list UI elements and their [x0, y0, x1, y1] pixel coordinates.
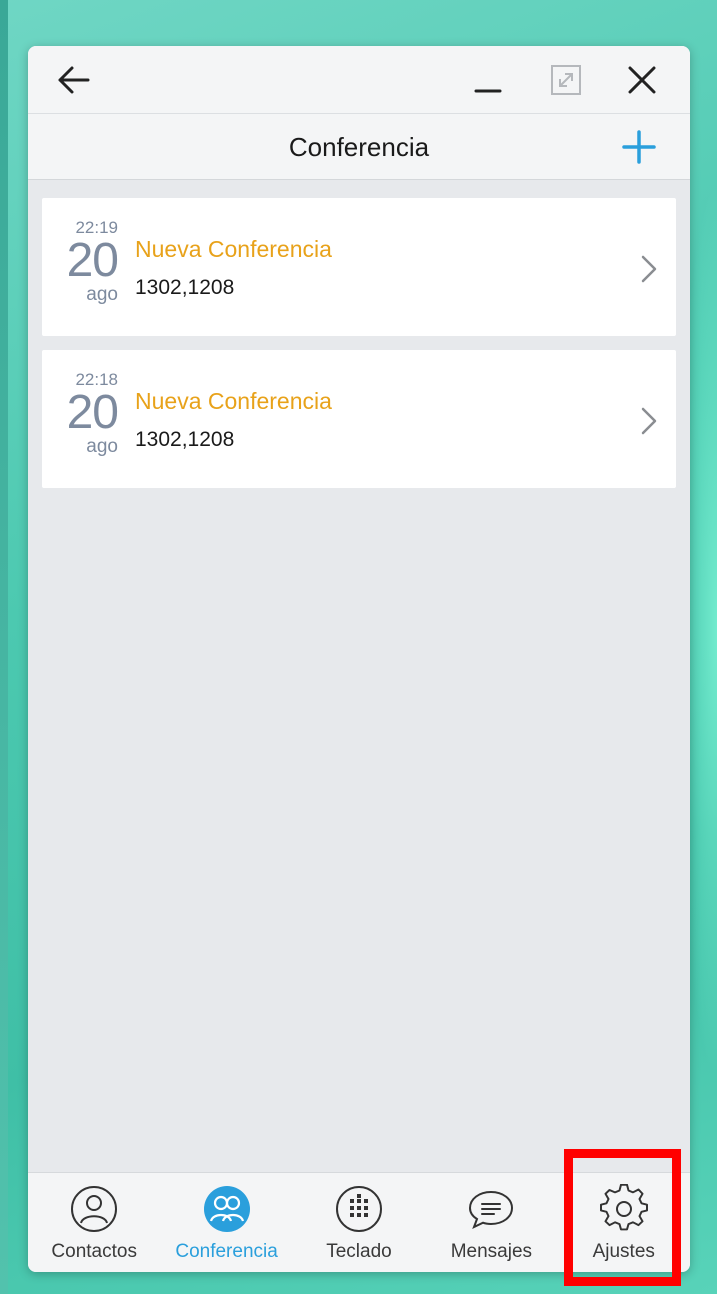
conference-day: 20 — [66, 386, 119, 439]
conference-month: ago — [86, 284, 118, 305]
tab-conferencia[interactable]: Conferencia — [160, 1173, 292, 1272]
maximize-button[interactable] — [536, 46, 596, 114]
tab-label: Conferencia — [175, 1241, 278, 1262]
highlight-annotation-box — [564, 1149, 681, 1286]
plus-icon — [622, 130, 656, 164]
window-titlebar — [28, 46, 690, 114]
tab-label: Contactos — [51, 1241, 137, 1262]
chevron-right-icon — [638, 406, 660, 436]
tab-contactos[interactable]: Contactos — [28, 1173, 160, 1272]
conference-list-item[interactable]: 22:19 20 ago Nueva Conferencia 1302,1208 — [42, 198, 676, 336]
conference-participants: 1302,1208 — [135, 428, 235, 451]
page-title: Conferencia — [288, 132, 430, 162]
close-icon — [628, 66, 656, 94]
conference-list: 22:19 20 ago Nueva Conferencia 1302,1208… — [42, 198, 676, 502]
minimize-button[interactable] — [458, 46, 518, 114]
app-window: Conferencia 22:19 20 ago Nueva Conferenc… — [28, 46, 690, 1272]
close-button[interactable] — [612, 46, 672, 114]
conference-day: 20 — [66, 234, 119, 287]
expand-icon — [551, 65, 581, 95]
page-header: Conferencia — [28, 114, 690, 180]
arrow-left-icon — [58, 66, 90, 94]
messages-icon — [465, 1183, 517, 1235]
conference-month: ago — [86, 436, 118, 457]
tab-label: Mensajes — [450, 1241, 533, 1262]
tab-mensajes[interactable]: Mensajes — [425, 1173, 557, 1272]
minimize-icon — [474, 89, 502, 93]
chevron-right-icon — [638, 254, 660, 284]
conference-title: Nueva Conferencia — [135, 388, 332, 414]
date-block: 22:19 20 ago — [56, 218, 119, 306]
contacts-icon — [68, 1183, 120, 1235]
conference-icon — [201, 1183, 253, 1235]
tab-teclado[interactable]: Teclado — [293, 1173, 425, 1272]
tab-label: Teclado — [326, 1241, 392, 1262]
conference-participants: 1302,1208 — [135, 276, 235, 299]
add-conference-button[interactable] — [616, 124, 662, 170]
wallpaper-edge — [0, 0, 8, 1294]
keypad-icon — [333, 1183, 385, 1235]
back-button[interactable] — [44, 46, 104, 114]
conference-title: Nueva Conferencia — [135, 236, 332, 262]
conference-list-item[interactable]: 22:18 20 ago Nueva Conferencia 1302,1208 — [42, 350, 676, 488]
date-block: 22:18 20 ago — [56, 370, 119, 458]
